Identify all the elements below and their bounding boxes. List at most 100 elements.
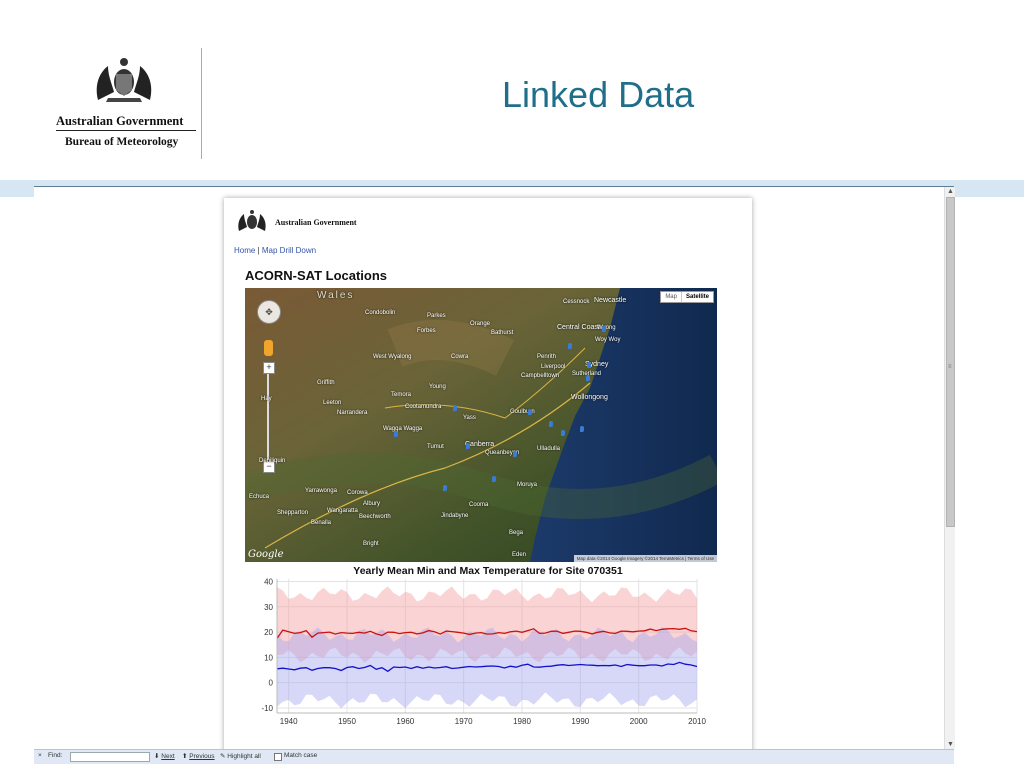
station-marker-icon[interactable]	[513, 451, 517, 457]
map-place-label: Penrith	[537, 354, 557, 360]
vertical-scrollbar[interactable]: ▲ ≡ ▼	[944, 187, 955, 749]
map-place-label: Wales	[317, 290, 355, 301]
coat-of-arms-icon	[96, 58, 152, 102]
map-place-label: Griffith	[317, 380, 335, 386]
map-place-label: Wagga Wagga	[383, 426, 423, 432]
station-marker-icon[interactable]	[580, 426, 584, 432]
station-marker-icon[interactable]	[549, 421, 553, 427]
web-page: Australian Government Home | Map Drill D…	[224, 198, 752, 758]
find-next-button[interactable]: ⬇ Next	[154, 752, 175, 760]
map-place-label: Corowa	[347, 490, 368, 496]
map-place-label: Wyong	[597, 325, 616, 331]
map-place-label: West Wyalong	[373, 354, 412, 360]
station-marker-icon[interactable]	[443, 485, 447, 491]
station-marker-icon[interactable]	[587, 362, 591, 368]
map-place-label: Hay	[261, 396, 272, 402]
y-tick-label: 20	[264, 628, 273, 637]
map-place-label: Narrandera	[337, 410, 368, 416]
y-tick-label: 10	[264, 653, 273, 662]
x-tick-label: 1990	[571, 717, 589, 726]
find-previous-label: Previous	[189, 753, 215, 760]
map-place-label: Wollongong	[571, 394, 608, 401]
map-attribution[interactable]: Map data ©2014 Google Imagery ©2014 Terr…	[573, 555, 717, 562]
match-case-label: Match case	[284, 752, 318, 759]
map-place-label: Benalla	[311, 520, 332, 526]
map-place-label: Temora	[391, 392, 412, 398]
station-marker-icon[interactable]	[492, 476, 496, 482]
map-place-label: Bright	[363, 541, 379, 547]
match-case-checkbox[interactable]	[274, 753, 282, 761]
station-marker-icon[interactable]	[453, 405, 457, 411]
map-place-label: Liverpool	[541, 364, 566, 370]
highlight-all-button[interactable]: ✎ Highlight all	[220, 752, 261, 760]
slide-header: Australian Government Bureau of Meteorol…	[0, 0, 1024, 180]
station-marker-icon[interactable]	[561, 430, 565, 436]
station-marker-icon[interactable]	[586, 375, 590, 381]
map-view[interactable]: Map Satellite ✥ + − Google Map data ©201…	[245, 288, 717, 562]
find-input[interactable]	[70, 752, 150, 762]
highlight-all-label: Highlight all	[227, 753, 261, 760]
x-tick-label: 1970	[455, 717, 473, 726]
find-bar: × Find: ⬇ Next ⬆ Previous ✎ Highlight al…	[34, 749, 954, 764]
map-place-label: Yarrawonga	[305, 488, 337, 494]
map-place-label: Wangaratta	[327, 508, 358, 514]
map-place-label: Yass	[463, 415, 476, 421]
find-previous-button[interactable]: ⬆ Previous	[182, 752, 215, 760]
page-heading: ACORN-SAT Locations	[245, 268, 388, 283]
find-close-icon[interactable]: ×	[38, 752, 42, 759]
map-place-label: Campbelltown	[521, 373, 560, 379]
station-marker-icon[interactable]	[602, 326, 606, 332]
station-marker-icon[interactable]	[394, 431, 398, 437]
pan-control-icon[interactable]: ✥	[257, 300, 281, 324]
logo-rule	[56, 130, 196, 131]
map-place-label: Cootamundra	[405, 404, 442, 410]
map-place-label: Cessnock	[563, 299, 590, 305]
map-type-toggle[interactable]: Map Satellite	[660, 291, 714, 303]
map-place-label: Woy Woy	[595, 337, 621, 343]
map-button[interactable]: Map	[661, 292, 681, 302]
logo-government-text: Australian Government	[56, 114, 184, 128]
x-tick-label: 1950	[338, 717, 356, 726]
map-place-label: Deniliquin	[259, 458, 286, 464]
satellite-button[interactable]: Satellite	[680, 292, 713, 302]
map-place-label: Echuca	[249, 494, 270, 500]
x-tick-label: 1940	[280, 717, 298, 726]
slide-title: Linked Data	[502, 74, 695, 115]
map-place-label: Newcastle	[594, 297, 627, 304]
map-place-label: Forbes	[417, 328, 436, 334]
map-place-label: Bega	[509, 530, 524, 536]
station-marker-icon[interactable]	[466, 443, 470, 449]
find-next-label: Next	[161, 753, 175, 760]
map-place-label: Condobolin	[365, 310, 396, 316]
map-place-label: Moruya	[517, 482, 538, 488]
station-marker-icon[interactable]	[528, 409, 532, 415]
bom-logo: Australian Government Bureau of Meteorol…	[52, 50, 200, 158]
pegman-icon[interactable]	[264, 340, 273, 356]
x-tick-label: 1980	[513, 717, 531, 726]
page-header: Australian Government	[234, 208, 374, 234]
x-tick-label: 2000	[630, 717, 648, 726]
map-place-label: Central Coast	[557, 324, 600, 331]
map-drill-down-link[interactable]: Map Drill Down	[262, 246, 316, 255]
logo-bureau-text: Bureau of Meteorology	[65, 136, 179, 148]
scroll-down-icon[interactable]: ▼	[947, 741, 954, 748]
y-tick-label: 0	[269, 679, 274, 688]
map-place-label: Orange	[470, 321, 491, 327]
google-logo: Google	[248, 549, 284, 560]
station-marker-icon[interactable]	[568, 343, 572, 349]
y-tick-label: 30	[264, 603, 273, 612]
map-place-label: Eden	[512, 552, 527, 558]
y-tick-label: -10	[261, 704, 273, 713]
map-place-label: Jindabyne	[441, 513, 469, 519]
map-place-label: Bathurst	[491, 330, 514, 336]
y-tick-label: 40	[264, 578, 273, 587]
scroll-up-icon[interactable]: ▲	[947, 188, 954, 195]
x-tick-label: 2010	[688, 717, 706, 726]
zoom-in-button[interactable]: +	[263, 362, 275, 374]
map-place-label: Young	[429, 384, 446, 390]
home-link[interactable]: Home	[234, 246, 255, 255]
zoom-slider[interactable]	[267, 374, 269, 460]
temperature-chart: 403020100-101940 1950 1960 1970 1980 1990 2000…	[261, 578, 706, 726]
scrollbar-thumb[interactable]: ≡	[946, 197, 955, 527]
breadcrumb: Home | Map Drill Down	[234, 246, 316, 255]
